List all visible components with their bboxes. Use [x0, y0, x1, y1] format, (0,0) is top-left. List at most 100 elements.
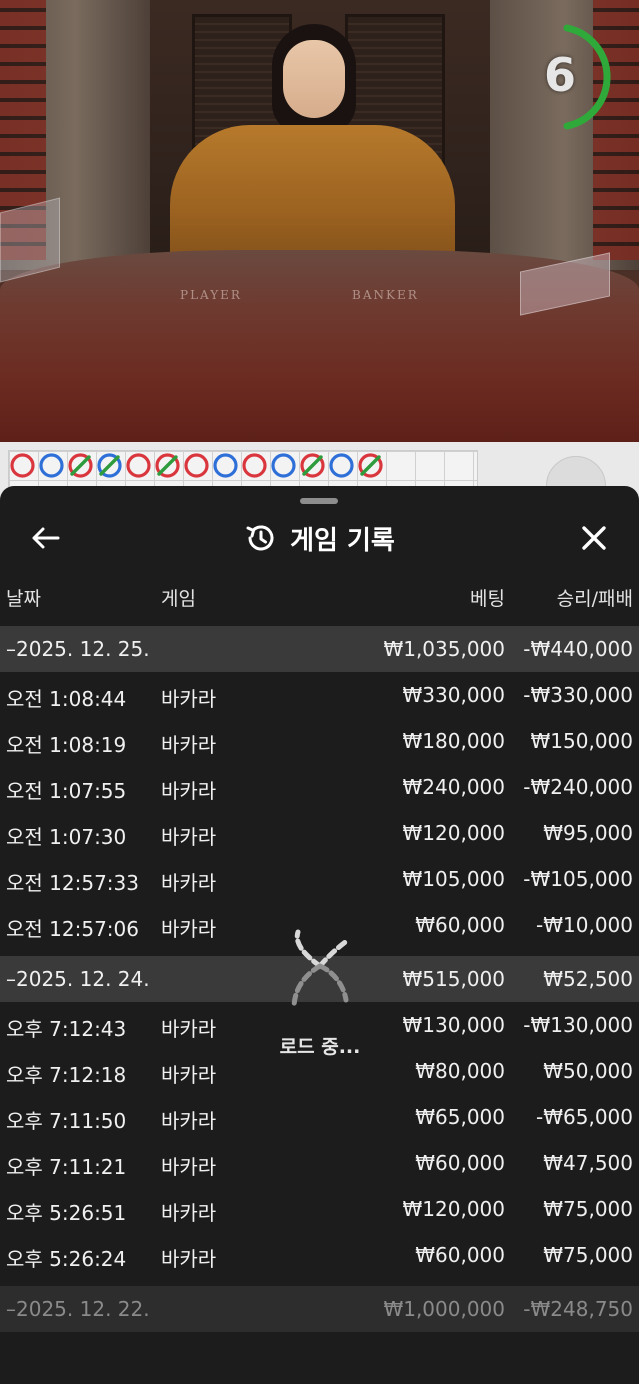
row-win-loss: -₩330,000: [523, 683, 633, 707]
row-win-loss: -₩240,000: [523, 775, 633, 799]
row-game: 바카라: [161, 1017, 217, 1041]
group-win-total: ₩52,500: [543, 967, 633, 991]
column-header-bet: 베팅: [470, 588, 505, 610]
bead-road-cell: [242, 453, 267, 478]
row-win-loss: ₩75,000: [543, 1197, 633, 1221]
row-spacer: [0, 1278, 639, 1286]
row-game: 바카라: [161, 687, 217, 711]
group-date: –2025. 12. 22.: [6, 1297, 150, 1321]
row-time: 오후 5:26:24: [6, 1247, 127, 1271]
row-game: 바카라: [161, 1247, 217, 1271]
row-time: 오후 7:12:18: [6, 1063, 127, 1087]
row-win-loss: ₩75,000: [543, 1243, 633, 1267]
row-game: 바카라: [161, 1201, 217, 1225]
history-row[interactable]: 오전 1:08:19 바카라 ₩180,000 ₩150,000: [0, 718, 639, 764]
card-shoe-left: [0, 197, 60, 283]
column-header-win-loss: 승리/패배: [556, 588, 633, 610]
group-bet-total: ₩1,035,000: [383, 637, 505, 661]
group-date: –2025. 12. 24.: [6, 967, 150, 991]
row-win-loss: ₩150,000: [530, 729, 633, 753]
row-win-loss: -₩10,000: [536, 913, 633, 937]
row-bet: ₩240,000: [402, 775, 505, 799]
bead-road-cell: [10, 453, 35, 478]
group-bet-total: ₩515,000: [402, 967, 505, 991]
date-group-row[interactable]: –2025. 12. 22. ₩1,000,000 -₩248,750: [0, 1286, 639, 1332]
row-bet: ₩130,000: [402, 1013, 505, 1037]
row-bet: ₩80,000: [415, 1059, 505, 1083]
group-bet-total: ₩1,000,000: [383, 1297, 505, 1321]
row-game: 바카라: [161, 779, 217, 803]
loading-text: 로드 중...: [279, 1036, 361, 1058]
history-row[interactable]: 오후 5:26:51 바카라 ₩120,000 ₩75,000: [0, 1186, 639, 1232]
row-game: 바카라: [161, 1063, 217, 1087]
row-time: 오후 5:26:51: [6, 1201, 127, 1225]
row-time: 오후 7:12:43: [6, 1017, 127, 1041]
row-win-loss: ₩50,000: [543, 1059, 633, 1083]
row-time: 오전 1:08:44: [6, 687, 127, 711]
row-time: 오전 1:07:55: [6, 779, 127, 803]
row-game: 바카라: [161, 917, 217, 941]
bead-road-cell: [126, 453, 151, 478]
row-game: 바카라: [161, 733, 217, 757]
history-row[interactable]: 오전 1:07:55 바카라 ₩240,000 -₩240,000: [0, 764, 639, 810]
page-title: 게임 기록: [290, 525, 395, 556]
history-row[interactable]: 오후 7:11:21 바카라 ₩60,000 ₩47,500: [0, 1140, 639, 1186]
row-time: 오전 1:07:30: [6, 825, 127, 849]
row-bet: ₩105,000: [402, 867, 505, 891]
group-date: –2025. 12. 25.: [6, 637, 150, 661]
bead-road-cell: [213, 453, 238, 478]
countdown-timer: 6: [543, 48, 576, 102]
row-win-loss: -₩130,000: [523, 1013, 633, 1037]
row-game: 바카라: [161, 871, 217, 895]
history-row[interactable]: 오전 1:07:30 바카라 ₩120,000 ₩95,000: [0, 810, 639, 856]
bead-road-cell: [184, 453, 209, 478]
row-win-loss: ₩47,500: [543, 1151, 633, 1175]
sheet-header: 게임 기록: [0, 516, 639, 560]
close-icon[interactable]: [576, 520, 612, 556]
live-video: PLAYER BANKER 6: [0, 0, 639, 442]
row-win-loss: -₩65,000: [536, 1105, 633, 1129]
history-icon: [246, 525, 274, 551]
history-row[interactable]: 오전 1:08:44 바카라 ₩330,000 -₩330,000: [0, 672, 639, 718]
row-game: 바카라: [161, 1109, 217, 1133]
row-bet: ₩120,000: [402, 1197, 505, 1221]
bead-road-cell: [329, 453, 354, 478]
sheet-drag-handle[interactable]: [300, 498, 338, 504]
bead-road-cell: [39, 453, 64, 478]
row-time: 오후 7:11:21: [6, 1155, 127, 1179]
row-bet: ₩180,000: [402, 729, 505, 753]
history-row[interactable]: 오후 5:26:24 바카라 ₩60,000 ₩75,000: [0, 1232, 639, 1278]
row-game: 바카라: [161, 1155, 217, 1179]
bead-road-cell: [97, 453, 122, 478]
bead-road-cell: [68, 453, 93, 478]
row-bet: ₩330,000: [402, 683, 505, 707]
row-bet: ₩120,000: [402, 821, 505, 845]
felt-label-banker: BANKER: [352, 288, 419, 302]
row-bet: ₩60,000: [415, 1243, 505, 1267]
group-win-total: -₩440,000: [523, 637, 633, 661]
dealer-face: [283, 40, 345, 118]
row-time: 오전 1:08:19: [6, 733, 127, 757]
date-group-row[interactable]: –2025. 12. 25. ₩1,035,000 -₩440,000: [0, 626, 639, 672]
game-history-sheet: 게임 기록 날짜 게임 베팅 승리/패배 –2025. 12. 25. ₩1,03…: [0, 486, 639, 1384]
row-bet: ₩65,000: [415, 1105, 505, 1129]
row-bet: ₩60,000: [415, 1151, 505, 1175]
bead-road-cell: [155, 453, 180, 478]
felt-label-player: PLAYER: [180, 288, 242, 302]
group-win-total: -₩248,750: [523, 1297, 633, 1321]
row-time: 오전 12:57:33: [6, 871, 139, 895]
row-win-loss: -₩105,000: [523, 867, 633, 891]
column-header-date: 날짜: [6, 588, 41, 610]
row-time: 오후 7:11:50: [6, 1109, 127, 1133]
table-header: 날짜 게임 베팅 승리/패배: [0, 584, 639, 620]
column-header-game: 게임: [161, 588, 196, 610]
row-bet: ₩60,000: [415, 913, 505, 937]
bead-road-cell: [300, 453, 325, 478]
history-row[interactable]: 오후 7:11:50 바카라 ₩65,000 -₩65,000: [0, 1094, 639, 1140]
row-win-loss: ₩95,000: [543, 821, 633, 845]
bead-road-cell: [271, 453, 296, 478]
bead-road-cell: [358, 453, 383, 478]
row-game: 바카라: [161, 825, 217, 849]
row-time: 오전 12:57:06: [6, 917, 139, 941]
history-row[interactable]: 오전 12:57:33 바카라 ₩105,000 -₩105,000: [0, 856, 639, 902]
